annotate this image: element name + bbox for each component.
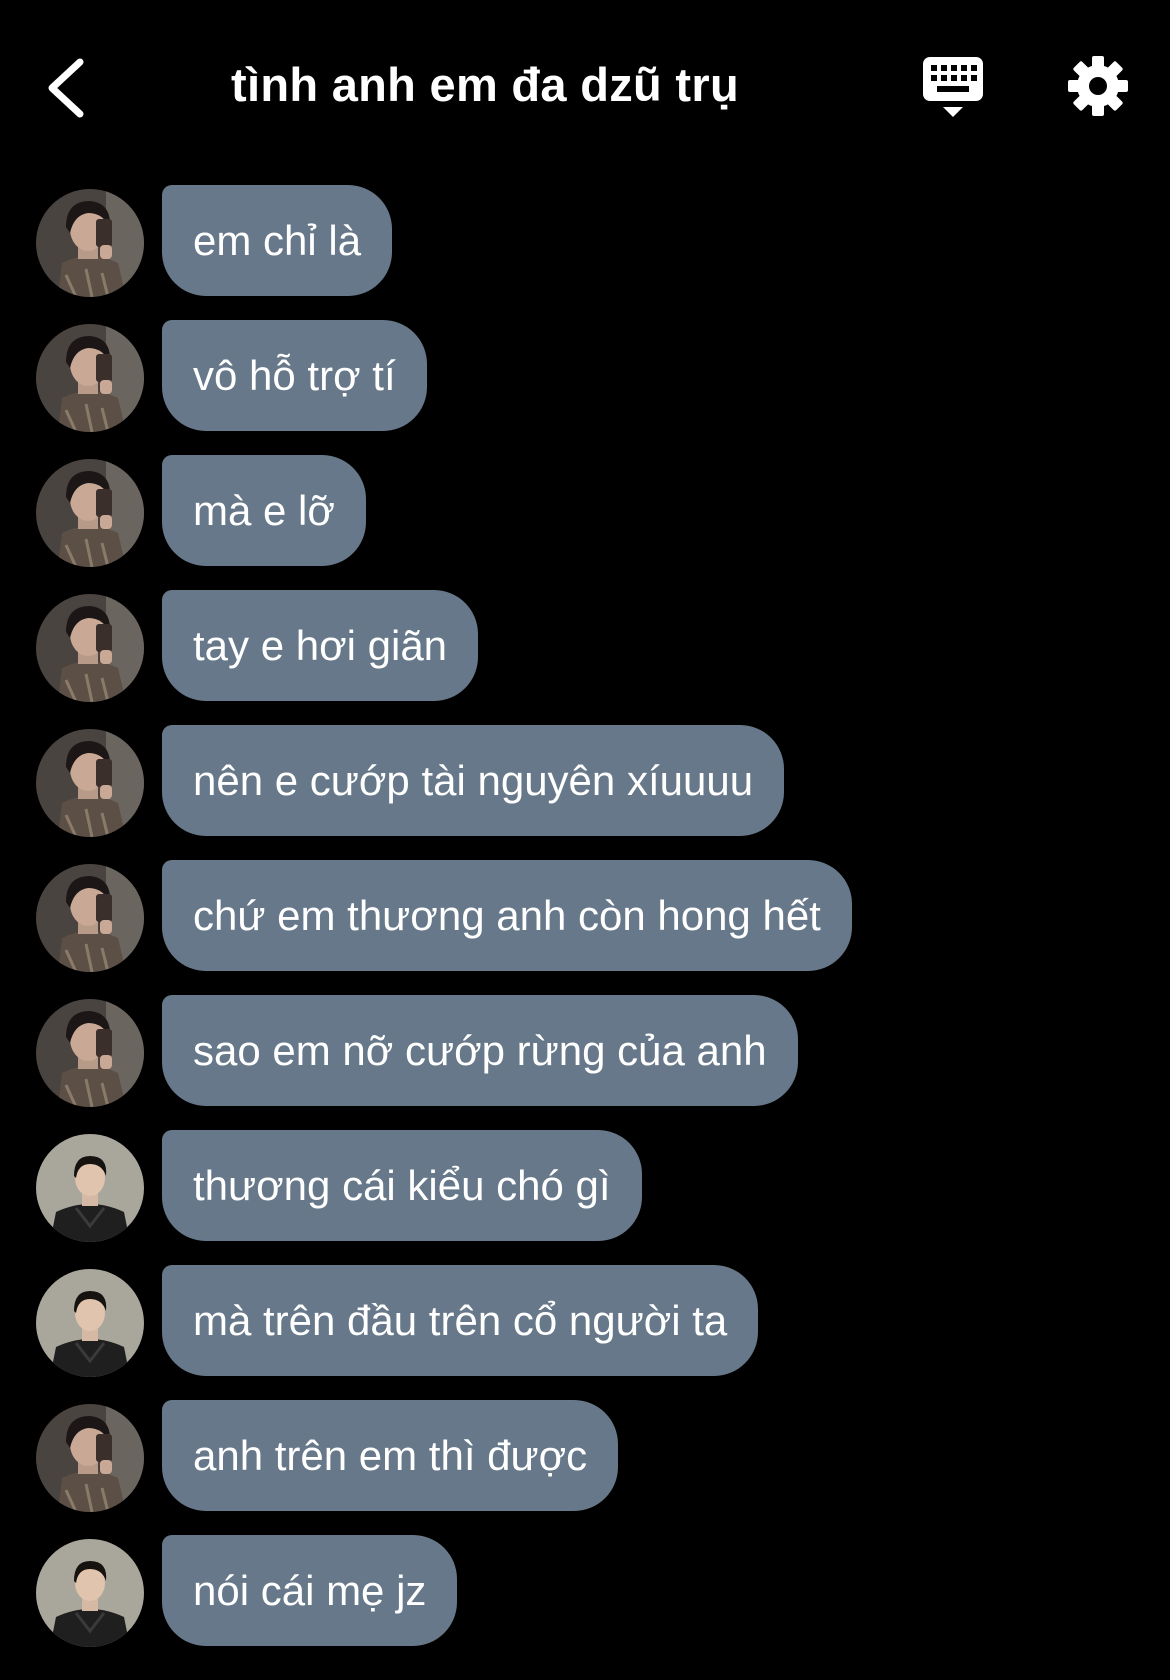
avatar[interactable] [36, 864, 144, 972]
avatar[interactable] [36, 1539, 144, 1647]
message-row: chứ em thương anh còn hong hết [0, 860, 1170, 972]
message-bubble[interactable]: nên e cướp tài nguyên xíuuuu [162, 725, 785, 836]
keyboard-button[interactable] [918, 52, 988, 122]
avatar[interactable] [36, 1134, 144, 1242]
message-bubble[interactable]: vô hỗ trợ tí [162, 320, 427, 431]
message-bubble[interactable]: sao em nỡ cướp rừng của anh [162, 995, 798, 1106]
message-bubble[interactable]: anh trên em thì được [162, 1400, 619, 1511]
message-row: mà e lỡ [0, 455, 1170, 567]
avatar[interactable] [36, 324, 144, 432]
message-row: em chỉ là [0, 185, 1170, 297]
message-bubble[interactable]: chứ em thương anh còn hong hết [162, 860, 852, 971]
message-row: anh trên em thì được [0, 1400, 1170, 1512]
gear-icon [1068, 56, 1128, 116]
chat-header: tình anh em đa dzũ trụ [0, 0, 1170, 170]
message-bubble[interactable]: mà trên đầu trên cổ người ta [162, 1265, 759, 1376]
message-row: mà trên đầu trên cổ người ta [0, 1265, 1170, 1377]
avatar[interactable] [36, 999, 144, 1107]
keyboard-hide-icon [923, 57, 983, 117]
message-bubble[interactable]: em chỉ là [162, 185, 393, 296]
settings-button[interactable] [1060, 48, 1136, 124]
message-row: nói cái mẹ jz [0, 1535, 1170, 1647]
message-row: sao em nỡ cướp rừng của anh [0, 995, 1170, 1107]
avatar[interactable] [36, 1269, 144, 1377]
avatar[interactable] [36, 459, 144, 567]
message-list: em chỉ là vô hỗ trợ tí mà e lỡ tay e hơi… [0, 185, 1170, 1670]
avatar[interactable] [36, 1404, 144, 1512]
message-bubble[interactable]: tay e hơi giãn [162, 590, 479, 701]
avatar[interactable] [36, 594, 144, 702]
avatar[interactable] [36, 729, 144, 837]
message-row: vô hỗ trợ tí [0, 320, 1170, 432]
message-bubble[interactable]: nói cái mẹ jz [162, 1535, 458, 1646]
message-row: tay e hơi giãn [0, 590, 1170, 702]
avatar[interactable] [36, 189, 144, 297]
message-bubble[interactable]: mà e lỡ [162, 455, 366, 566]
message-row: thương cái kiểu chó gì [0, 1130, 1170, 1242]
chat-title: tình anh em đa dzũ trụ [231, 58, 739, 111]
message-bubble[interactable]: thương cái kiểu chó gì [162, 1130, 642, 1241]
message-row: nên e cướp tài nguyên xíuuuu [0, 725, 1170, 837]
